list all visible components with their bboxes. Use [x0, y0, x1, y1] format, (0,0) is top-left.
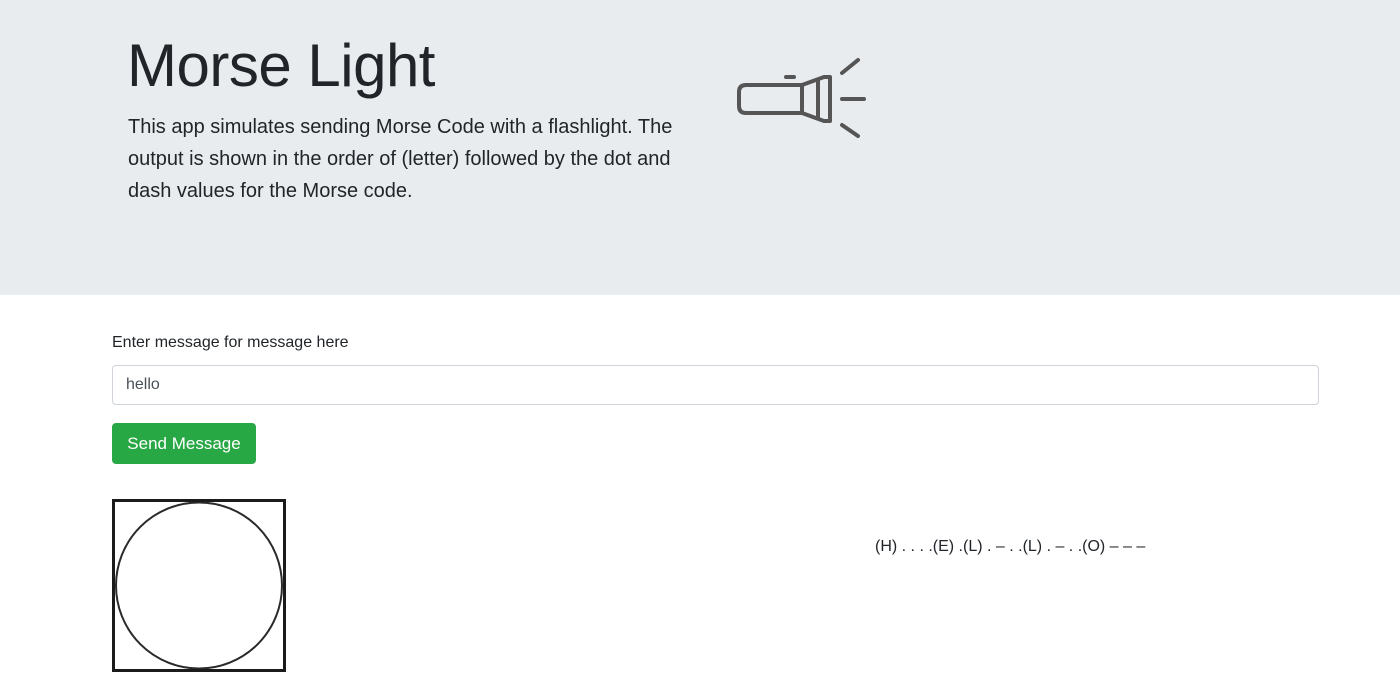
light-bulb-circle-icon — [115, 502, 283, 669]
flashlight-icon — [737, 58, 866, 138]
message-input[interactable] — [112, 365, 1319, 405]
app-description: This app simulates sending Morse Code wi… — [128, 116, 673, 202]
message-label: Enter message for message here — [112, 334, 349, 351]
header-jumbotron: Morse Light This app simulates sending M… — [0, 0, 1400, 295]
morse-output-text: (H) . . . .(E) .(L) . – . .(L) . – . .(O… — [875, 538, 1146, 555]
page-title: Morse Light — [127, 32, 435, 99]
light-indicator — [112, 499, 286, 672]
send-message-button[interactable]: Send Message — [112, 423, 256, 464]
